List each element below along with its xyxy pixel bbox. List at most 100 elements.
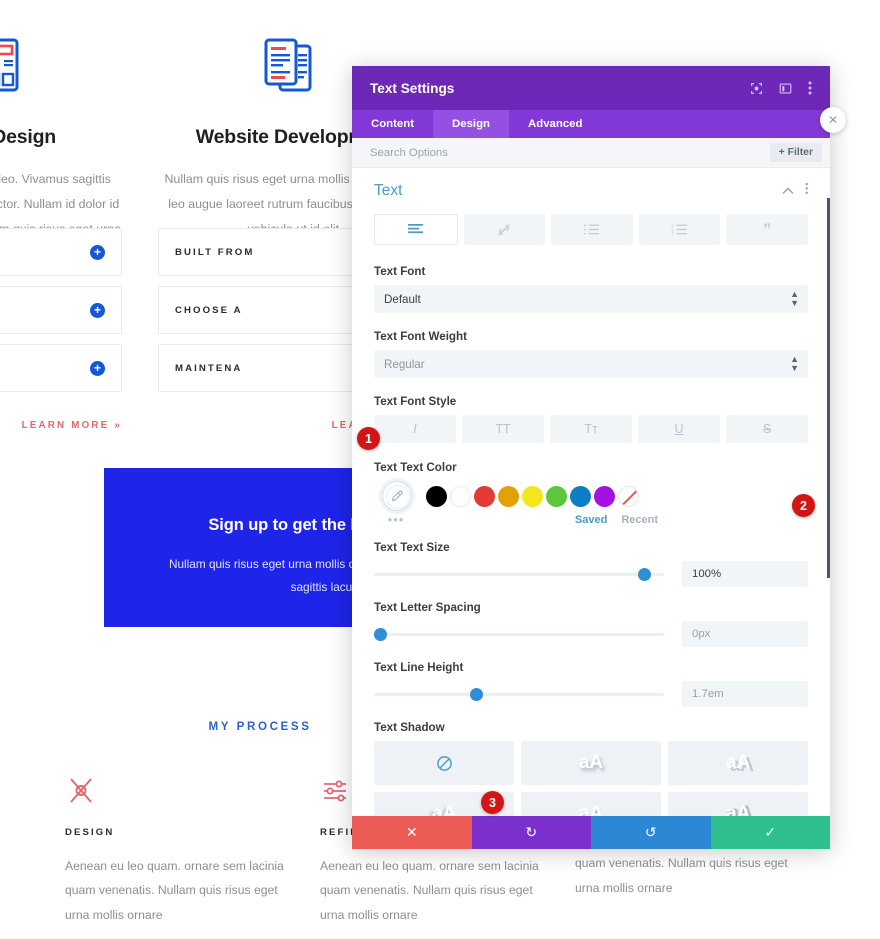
redo-button[interactable]: ↺ xyxy=(591,816,711,849)
process-item: nare sem Nullam lis ornare xyxy=(0,775,65,927)
numbered-list-icon-button[interactable]: 1 2 3 xyxy=(638,214,721,245)
slider-track xyxy=(374,632,664,636)
color-swatch-row xyxy=(374,481,808,511)
color-swatch-none[interactable] xyxy=(618,485,639,507)
tab-advanced[interactable]: Advanced xyxy=(509,110,601,138)
text-shadow-grid: aA aA aA aA aA xyxy=(374,741,808,816)
process-body: Aenean eu leo quam. ornare sem lacinia q… xyxy=(65,859,284,922)
accordion-item[interactable]: SO xyxy=(0,286,122,334)
line-height-value-field[interactable]: 1.7em xyxy=(682,681,808,707)
undo-button[interactable]: ↻ xyxy=(471,816,591,849)
no-shadow-icon-button[interactable] xyxy=(374,741,514,785)
plus-icon[interactable] xyxy=(90,360,105,376)
line-height-slider[interactable] xyxy=(374,685,664,703)
redo-icon: ↺ xyxy=(644,824,657,840)
color-swatch-white[interactable] xyxy=(450,485,471,507)
annotation-badge-2: 2 xyxy=(792,494,815,517)
text-font-weight-select[interactable]: Regular ▲ ▼ xyxy=(374,350,808,378)
settings-scroll-area: Text 1 2 3 ” Text Font Default ▲ ▼ Text … xyxy=(352,168,830,816)
capitalize-icon-button[interactable]: Tᴛ xyxy=(550,415,632,443)
color-swatch-orange[interactable] xyxy=(498,485,519,507)
annotation-badge-3: 3 xyxy=(481,791,504,814)
slider-knob[interactable] xyxy=(374,628,387,641)
shadow-glyph: aA xyxy=(725,752,751,773)
text-size-block: Text Text Size 100% xyxy=(374,541,808,587)
process-item: DESIGN Aenean eu leo quam. ornare sem la… xyxy=(65,775,320,927)
filter-button[interactable]: + Filter xyxy=(769,143,822,162)
hidden-icon xyxy=(0,775,35,807)
tab-content[interactable]: Content xyxy=(352,110,433,138)
text-font-weight-label: Text Font Weight xyxy=(374,330,467,343)
shadow-right-icon-button[interactable]: aA xyxy=(668,792,808,816)
pen-cross-icon xyxy=(65,775,290,807)
accordion-label: CHOOSE A xyxy=(175,304,243,316)
cancel-button[interactable]: ✕ xyxy=(352,816,472,849)
text-size-value-field[interactable]: 100% xyxy=(682,561,808,587)
search-options-placeholder[interactable]: Search Options xyxy=(370,147,770,159)
color-swatch-green[interactable] xyxy=(546,485,567,507)
color-tab-saved[interactable]: Saved xyxy=(575,514,607,526)
color-swatch-blue[interactable] xyxy=(570,485,591,507)
plus-icon[interactable] xyxy=(90,244,105,260)
color-tab-recent[interactable]: Recent xyxy=(621,514,658,526)
text-lines-icon-button[interactable] xyxy=(374,214,458,245)
accordion-item[interactable]: EGY xyxy=(0,344,122,392)
eyedropper-icon[interactable] xyxy=(390,489,404,508)
text-settings-modal: Text Settings Content Design Advanced Se… xyxy=(352,66,830,849)
learn-more-link[interactable]: LEARN MORE » xyxy=(0,402,122,431)
modal-footer: ✕ ↻ ↺ ✓ xyxy=(352,816,830,849)
text-section-header: Text xyxy=(374,182,808,200)
chevron-up-icon[interactable] xyxy=(781,182,794,200)
uppercase-icon-button[interactable]: TT xyxy=(462,415,544,443)
ellipsis-icon[interactable]: ••• xyxy=(374,513,418,526)
color-swatch-yellow[interactable] xyxy=(522,485,543,507)
accordion-label: BUILT FROM xyxy=(175,246,255,258)
line-height-value: 1.7em xyxy=(692,688,724,700)
shadow-hard-icon-button[interactable]: aA xyxy=(668,741,808,785)
process-body: Aenean eu leo quam. ornare sem lacinia q… xyxy=(320,859,539,922)
current-color-swatch[interactable] xyxy=(374,481,418,511)
letter-spacing-value: 0px xyxy=(692,628,711,640)
quote-icon-button[interactable]: ” xyxy=(726,214,808,245)
strikethrough-glyph: S xyxy=(762,422,772,436)
link-icon-button[interactable] xyxy=(463,214,546,245)
color-swatch-purple[interactable] xyxy=(594,485,615,507)
target-icon[interactable] xyxy=(750,82,763,95)
plus-icon[interactable] xyxy=(90,302,105,318)
layout-panel-icon[interactable] xyxy=(779,82,792,95)
save-button[interactable]: ✓ xyxy=(710,816,830,849)
underline-icon-button[interactable]: U xyxy=(638,415,720,443)
tab-design[interactable]: Design xyxy=(433,110,510,138)
scrollbar-thumb[interactable] xyxy=(827,198,830,578)
kebab-menu-icon[interactable] xyxy=(808,81,812,95)
search-bar: Search Options + Filter xyxy=(352,138,830,168)
type-tab-row: 1 2 3 ” xyxy=(374,214,808,245)
text-size-label: Text Text Size xyxy=(374,541,450,554)
bullet-list-icon-button[interactable] xyxy=(551,214,633,245)
modal-scrollbar[interactable] xyxy=(826,168,830,816)
accordion-item[interactable] xyxy=(0,228,122,276)
modal-header: Text Settings xyxy=(352,66,830,110)
text-font-label: Text Font xyxy=(374,265,426,278)
color-swatch-red[interactable] xyxy=(474,485,495,507)
italic-icon-button[interactable]: I xyxy=(374,415,456,443)
process-name: DESIGN xyxy=(65,827,115,838)
close-glyph: ✕ xyxy=(827,113,839,127)
letter-spacing-value-field[interactable]: 0px xyxy=(682,621,808,647)
strikethrough-icon-button[interactable]: S xyxy=(726,415,808,443)
color-swatch-black[interactable] xyxy=(426,485,447,507)
letter-spacing-label: Text Letter Spacing xyxy=(374,601,481,614)
kebab-menu-icon[interactable] xyxy=(805,182,809,200)
slider-knob[interactable] xyxy=(637,568,651,581)
close-icon[interactable]: ✕ xyxy=(820,107,846,133)
shadow-soft-icon-button[interactable]: aA xyxy=(521,741,661,785)
check-icon: ✓ xyxy=(764,824,777,840)
shadow-bottom-icon-button[interactable]: aA xyxy=(521,792,661,816)
modal-header-icons xyxy=(750,81,812,95)
letter-spacing-slider[interactable] xyxy=(374,625,664,643)
slider-knob[interactable] xyxy=(469,688,483,701)
text-font-select[interactable]: Default ▲ ▼ xyxy=(374,285,808,313)
section-controls xyxy=(781,182,809,200)
annotation-badge-1: 1 xyxy=(357,427,380,450)
text-size-slider[interactable] xyxy=(374,565,664,583)
